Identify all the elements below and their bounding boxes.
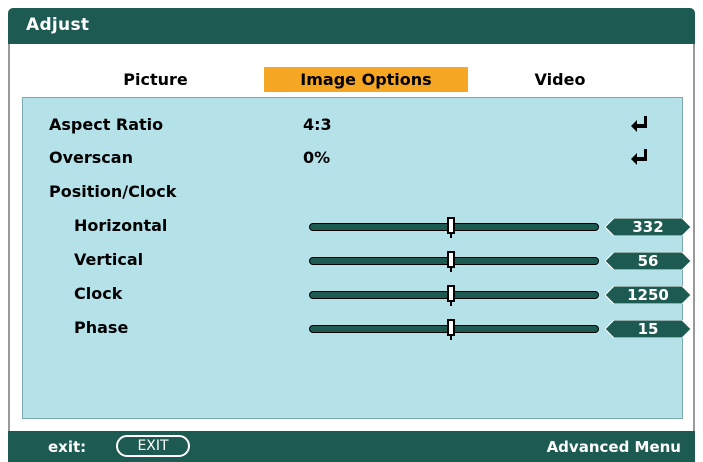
adjust-menu-window: Adjust Picture Image Options Video Aspec… bbox=[8, 8, 695, 462]
clock-row[interactable]: Clock 1250 bbox=[23, 280, 691, 308]
horizontal-value-badge: 332 bbox=[605, 218, 691, 236]
title-bar: Adjust bbox=[8, 8, 695, 44]
vertical-label: Vertical bbox=[74, 250, 144, 269]
horizontal-label: Horizontal bbox=[74, 216, 168, 235]
tab-bar: Picture Image Options Video bbox=[8, 44, 695, 94]
slider-thumb[interactable] bbox=[447, 285, 455, 302]
horizontal-slider[interactable] bbox=[309, 217, 599, 238]
exit-button[interactable]: EXIT bbox=[116, 435, 190, 457]
overscan-row[interactable]: Overscan 0% bbox=[23, 144, 682, 172]
tab-image-options[interactable]: Image Options bbox=[264, 67, 468, 92]
slider-center-tick bbox=[450, 336, 452, 340]
aspect-ratio-value: 4:3 bbox=[303, 115, 332, 134]
clock-slider[interactable] bbox=[309, 285, 599, 306]
slider-center-tick bbox=[450, 302, 452, 306]
phase-value: 15 bbox=[637, 320, 659, 338]
vertical-slider[interactable] bbox=[309, 251, 599, 272]
window-title: Adjust bbox=[26, 15, 90, 35]
slider-center-tick bbox=[450, 234, 452, 238]
phase-value-badge: 15 bbox=[605, 320, 691, 338]
horizontal-row[interactable]: Horizontal 332 bbox=[23, 212, 691, 240]
vertical-row[interactable]: Vertical 56 bbox=[23, 246, 691, 274]
horizontal-value: 332 bbox=[632, 218, 664, 236]
exit-label: exit: bbox=[48, 438, 87, 456]
clock-value: 1250 bbox=[627, 286, 669, 304]
advanced-menu-button[interactable]: Advanced Menu bbox=[547, 438, 681, 456]
enter-icon[interactable] bbox=[630, 146, 650, 170]
aspect-ratio-label: Aspect Ratio bbox=[49, 115, 164, 134]
tab-video[interactable]: Video bbox=[490, 67, 630, 92]
enter-icon[interactable] bbox=[630, 113, 650, 137]
aspect-ratio-row[interactable]: Aspect Ratio 4:3 bbox=[23, 111, 682, 139]
vertical-value: 56 bbox=[637, 252, 659, 270]
tab-picture[interactable]: Picture bbox=[88, 67, 223, 92]
slider-thumb[interactable] bbox=[447, 319, 455, 336]
footer-bar: exit: EXIT Advanced Menu bbox=[8, 431, 695, 462]
clock-value-badge: 1250 bbox=[605, 286, 691, 304]
clock-label: Clock bbox=[74, 284, 123, 303]
settings-list: Aspect Ratio 4:3 Overscan 0% Position/Cl… bbox=[22, 97, 691, 419]
slider-thumb[interactable] bbox=[447, 251, 455, 268]
overscan-label: Overscan bbox=[49, 148, 133, 167]
slider-center-tick bbox=[450, 268, 452, 272]
vertical-value-badge: 56 bbox=[605, 252, 691, 270]
position-clock-label: Position/Clock bbox=[49, 182, 177, 201]
settings-panel: Aspect Ratio 4:3 Overscan 0% Position/Cl… bbox=[8, 94, 695, 431]
phase-row[interactable]: Phase 15 bbox=[23, 314, 691, 342]
slider-thumb[interactable] bbox=[447, 217, 455, 234]
overscan-value: 0% bbox=[303, 148, 331, 167]
position-clock-row: Position/Clock bbox=[23, 178, 682, 206]
phase-label: Phase bbox=[74, 318, 129, 337]
phase-slider[interactable] bbox=[309, 319, 599, 340]
